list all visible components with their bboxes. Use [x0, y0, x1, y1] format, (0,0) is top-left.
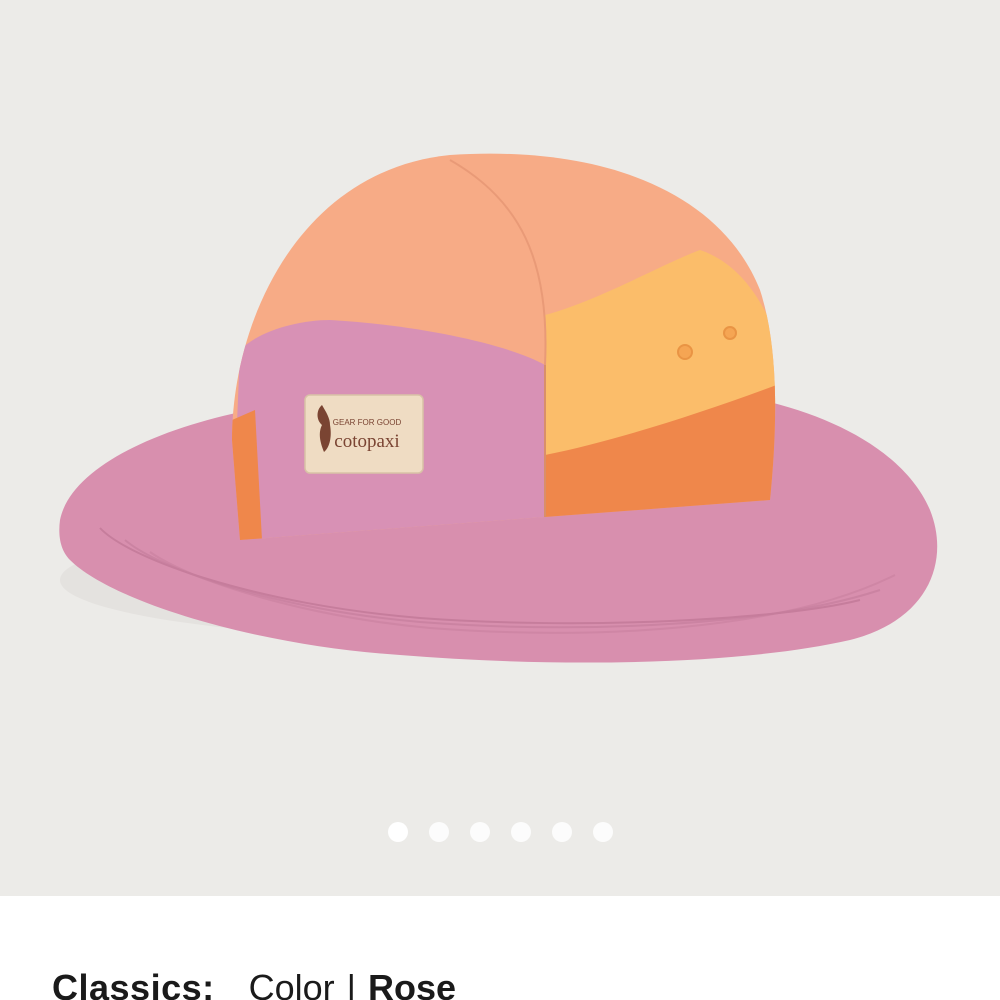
carousel-dot-6[interactable] — [592, 822, 613, 842]
carousel-dot-2[interactable] — [428, 822, 449, 842]
separator: | — [346, 967, 356, 1000]
carousel-dot-5[interactable] — [551, 822, 572, 842]
product-info: Classics: Color | Rose — [0, 896, 1000, 1000]
cotopaxi-logo-label: GEAR FOR GOOD cotopaxi — [333, 418, 402, 452]
color-label: Color — [248, 967, 335, 1000]
logo-tagline: GEAR FOR GOOD — [333, 418, 402, 427]
product-page: GEAR FOR GOOD cotopaxi Classics: Color |… — [0, 0, 1000, 1000]
collection-label: Classics: — [52, 967, 215, 1000]
selected-color-value: Rose — [368, 967, 457, 1000]
product-image-gallery[interactable]: GEAR FOR GOOD cotopaxi — [0, 0, 1000, 896]
product-meta-row: Classics: Color | Rose — [52, 970, 456, 1000]
carousel-dot-1[interactable] — [387, 822, 408, 842]
carousel-dots — [0, 822, 1000, 842]
product-image — [59, 153, 938, 663]
logo-wordmark: cotopaxi — [334, 431, 399, 452]
carousel-dot-3[interactable] — [469, 822, 490, 842]
carousel-dot-4[interactable] — [510, 822, 531, 842]
